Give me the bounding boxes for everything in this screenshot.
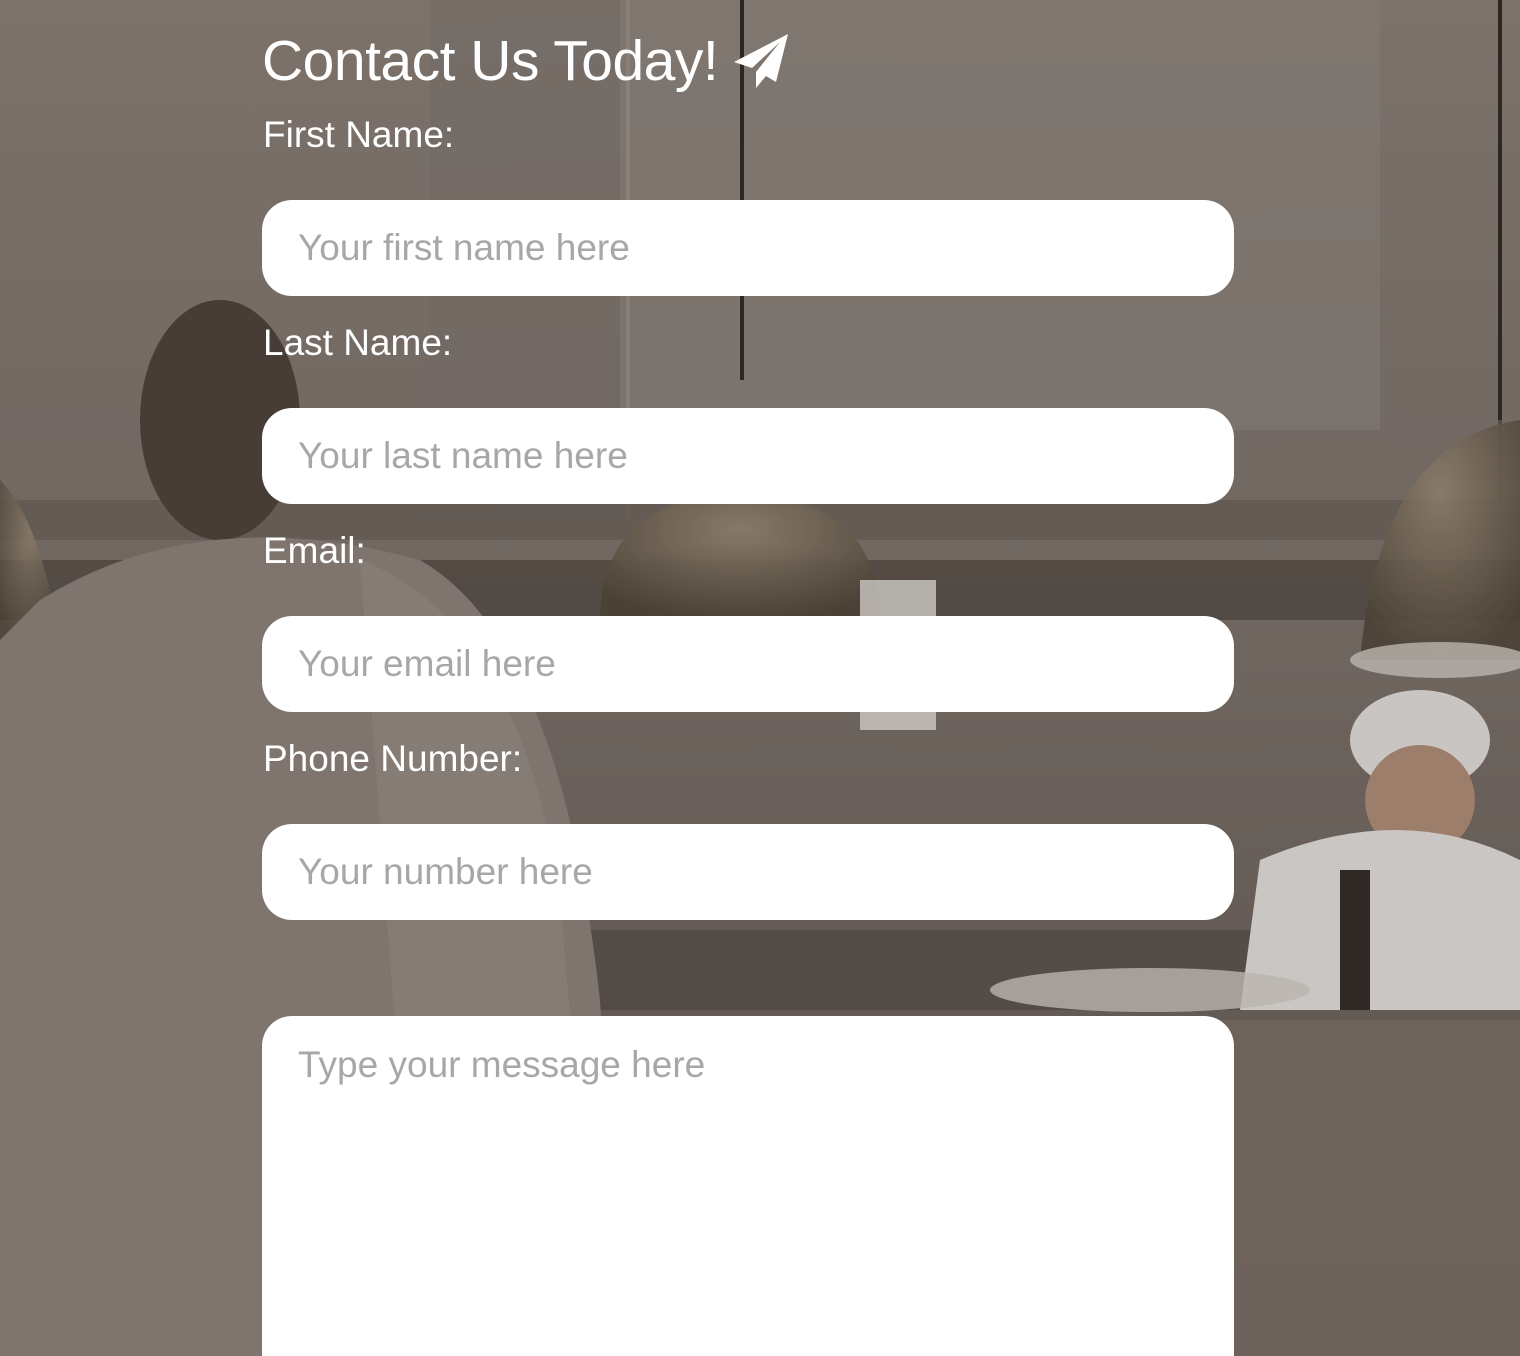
phone-label: Phone Number: <box>263 738 523 779</box>
first-name-label: First Name: <box>263 114 455 155</box>
first-name-input[interactable] <box>262 200 1234 296</box>
email-label: Email: <box>263 530 366 571</box>
last-name-label: Last Name: <box>263 322 453 363</box>
paper-plane-icon <box>732 32 790 90</box>
message-textarea[interactable] <box>262 1016 1234 1356</box>
contact-title: Contact Us Today! <box>262 29 719 93</box>
phone-input[interactable] <box>262 824 1234 920</box>
email-input[interactable] <box>262 616 1234 712</box>
contact-heading: Contact Us Today! <box>262 26 790 96</box>
last-name-input[interactable] <box>262 408 1234 504</box>
